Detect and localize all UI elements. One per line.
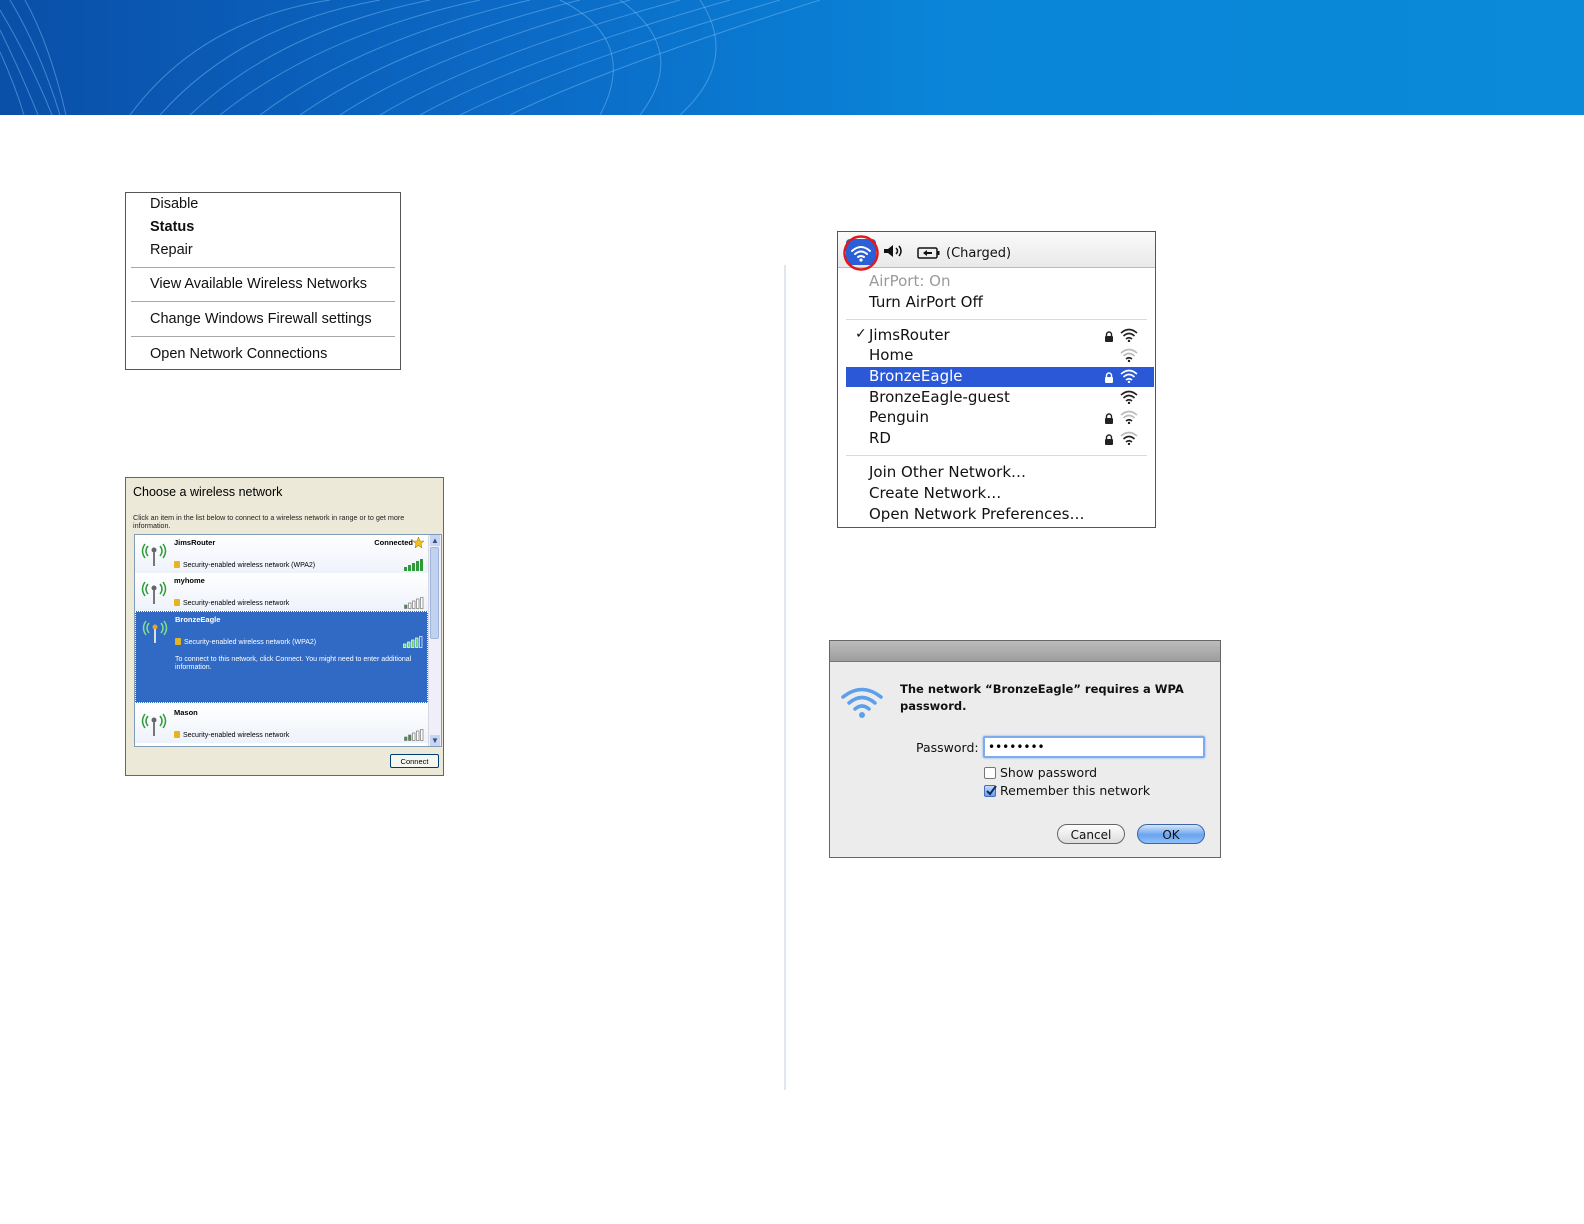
remember-network-checkbox[interactable] bbox=[984, 785, 997, 797]
wifi-signal-icon bbox=[1120, 369, 1138, 383]
menu-separator bbox=[846, 455, 1147, 456]
security-label: Security-enabled wireless network bbox=[174, 599, 289, 607]
wireless-antenna-icon bbox=[142, 620, 168, 643]
airport-menu: (Charged) AirPort: On Turn AirPort Off ✓… bbox=[837, 231, 1156, 528]
cancel-button[interactable]: Cancel bbox=[1057, 824, 1125, 844]
favorite-star-icon bbox=[413, 537, 424, 548]
network-item-rd[interactable]: RD bbox=[846, 429, 1154, 449]
wireless-network-list: JimsRouter Connected Security-enabled wi… bbox=[134, 534, 442, 747]
security-label: Security-enabled wireless network bbox=[174, 731, 289, 739]
security-label: Security-enabled wireless network (WPA2) bbox=[175, 638, 316, 646]
connect-button[interactable]: Connect bbox=[390, 754, 439, 768]
menu-separator bbox=[846, 319, 1147, 320]
turn-airport-off-item[interactable]: Turn AirPort Off bbox=[869, 293, 983, 311]
wifi-signal-icon bbox=[1120, 431, 1138, 445]
create-network-item[interactable]: Create Network… bbox=[869, 484, 1001, 502]
menu-item-repair[interactable]: Repair bbox=[150, 242, 193, 258]
network-name: BronzeEagle bbox=[175, 615, 221, 624]
network-name: RD bbox=[869, 429, 891, 447]
network-name: BronzeEagle-guest bbox=[869, 388, 1010, 406]
column-divider bbox=[784, 265, 786, 1090]
show-password-checkbox[interactable] bbox=[984, 767, 996, 779]
header-banner bbox=[0, 0, 1584, 115]
signal-strength-icon bbox=[404, 597, 424, 609]
wifi-signal-icon bbox=[1120, 348, 1138, 362]
network-row-myhome[interactable]: myhome Security-enabled wireless network bbox=[135, 573, 428, 611]
airport-status: AirPort: On bbox=[869, 272, 951, 290]
network-row-bronzeeagle[interactable]: BronzeEagle Security-enabled wireless ne… bbox=[135, 611, 428, 703]
scrollbar-thumb[interactable] bbox=[430, 547, 439, 639]
remember-network-label: Remember this network bbox=[1000, 783, 1151, 798]
scroll-up-arrow-icon[interactable]: ▲ bbox=[430, 535, 440, 546]
wifi-icon bbox=[841, 687, 883, 718]
connect-hint-message: To connect to this network, click Connec… bbox=[175, 656, 412, 671]
network-name: Home bbox=[869, 346, 914, 364]
menu-separator bbox=[131, 267, 395, 269]
lock-icon bbox=[174, 561, 180, 568]
network-item-bronzeeagle-guest[interactable]: BronzeEagle-guest bbox=[846, 388, 1154, 408]
lock-icon bbox=[175, 638, 181, 645]
menu-item-status[interactable]: Status bbox=[150, 219, 194, 235]
checkmark-icon: ✓ bbox=[855, 326, 867, 342]
battery-icon[interactable] bbox=[917, 247, 941, 259]
wifi-signal-icon bbox=[1120, 328, 1138, 342]
password-field[interactable]: •••••••• bbox=[983, 736, 1205, 758]
open-network-preferences-item[interactable]: Open Network Preferences… bbox=[869, 505, 1084, 523]
menu-item-disable[interactable]: Disable bbox=[150, 196, 198, 212]
menu-separator bbox=[131, 301, 395, 303]
signal-strength-icon bbox=[404, 729, 424, 741]
volume-icon[interactable] bbox=[883, 244, 905, 258]
menu-bar: (Charged) bbox=[838, 232, 1155, 271]
battery-status: (Charged) bbox=[946, 246, 1012, 261]
banner-wave-graphic bbox=[0, 0, 821, 115]
checkmark-icon bbox=[986, 785, 997, 796]
network-row-jimsrouter[interactable]: JimsRouter Connected Security-enabled wi… bbox=[135, 535, 428, 573]
lock-icon bbox=[174, 599, 180, 606]
network-name: JimsRouter bbox=[869, 326, 950, 344]
show-password-label: Show password bbox=[1000, 765, 1098, 780]
network-name: JimsRouter bbox=[174, 538, 216, 547]
dialog-title: Choose a wireless network bbox=[133, 485, 283, 499]
lock-icon bbox=[174, 731, 180, 738]
wireless-antenna-icon bbox=[141, 543, 167, 566]
network-name: BronzeEagle bbox=[869, 367, 963, 385]
network-item-home[interactable]: Home bbox=[846, 346, 1154, 366]
wifi-signal-icon bbox=[1120, 390, 1138, 404]
network-name: myhome bbox=[174, 576, 205, 585]
network-context-menu: Disable Status Repair View Available Wir… bbox=[125, 192, 401, 370]
network-item-jimsrouter[interactable]: ✓ JimsRouter bbox=[846, 326, 1154, 346]
signal-strength-icon bbox=[403, 636, 423, 648]
wifi-signal-icon bbox=[1120, 410, 1138, 424]
wireless-antenna-icon bbox=[141, 713, 167, 736]
scroll-down-arrow-icon[interactable]: ▼ bbox=[430, 735, 440, 746]
lock-icon bbox=[1105, 331, 1113, 342]
dialog-message: The network “BronzeEagle” requires a WPA… bbox=[900, 682, 1184, 713]
network-name: Mason bbox=[174, 708, 198, 717]
network-item-penguin[interactable]: Penguin bbox=[846, 408, 1154, 428]
menu-item-view-wireless-networks[interactable]: View Available Wireless Networks bbox=[150, 276, 367, 292]
choose-wireless-network-dialog: Choose a wireless network Click an item … bbox=[125, 477, 444, 776]
connection-status: Connected bbox=[374, 538, 413, 547]
list-scrollbar[interactable]: ▲ ▼ bbox=[428, 535, 441, 746]
lock-icon bbox=[1105, 413, 1113, 424]
signal-strength-icon bbox=[404, 559, 423, 571]
security-label: Security-enabled wireless network (WPA2) bbox=[174, 561, 315, 569]
menu-item-open-network-connections[interactable]: Open Network Connections bbox=[150, 346, 327, 362]
network-item-bronzeeagle[interactable]: BronzeEagle bbox=[846, 367, 1154, 387]
airport-wifi-icon[interactable] bbox=[842, 234, 882, 274]
wpa-password-dialog: The network “BronzeEagle” requires a WPA… bbox=[829, 640, 1221, 858]
lock-icon bbox=[1105, 372, 1113, 383]
network-row-mason[interactable]: Mason Security-enabled wireless network bbox=[135, 705, 428, 743]
menu-item-firewall-settings[interactable]: Change Windows Firewall settings bbox=[150, 311, 372, 327]
dialog-instructions: Click an item in the list below to conne… bbox=[133, 513, 405, 530]
dialog-title-bar bbox=[830, 641, 1220, 662]
menu-separator bbox=[131, 336, 395, 338]
password-label: Password: bbox=[916, 740, 979, 755]
wireless-antenna-icon bbox=[141, 581, 167, 604]
lock-icon bbox=[1105, 434, 1113, 445]
join-other-network-item[interactable]: Join Other Network… bbox=[869, 463, 1026, 481]
ok-button[interactable]: OK bbox=[1137, 824, 1205, 844]
network-name: Penguin bbox=[869, 408, 929, 426]
